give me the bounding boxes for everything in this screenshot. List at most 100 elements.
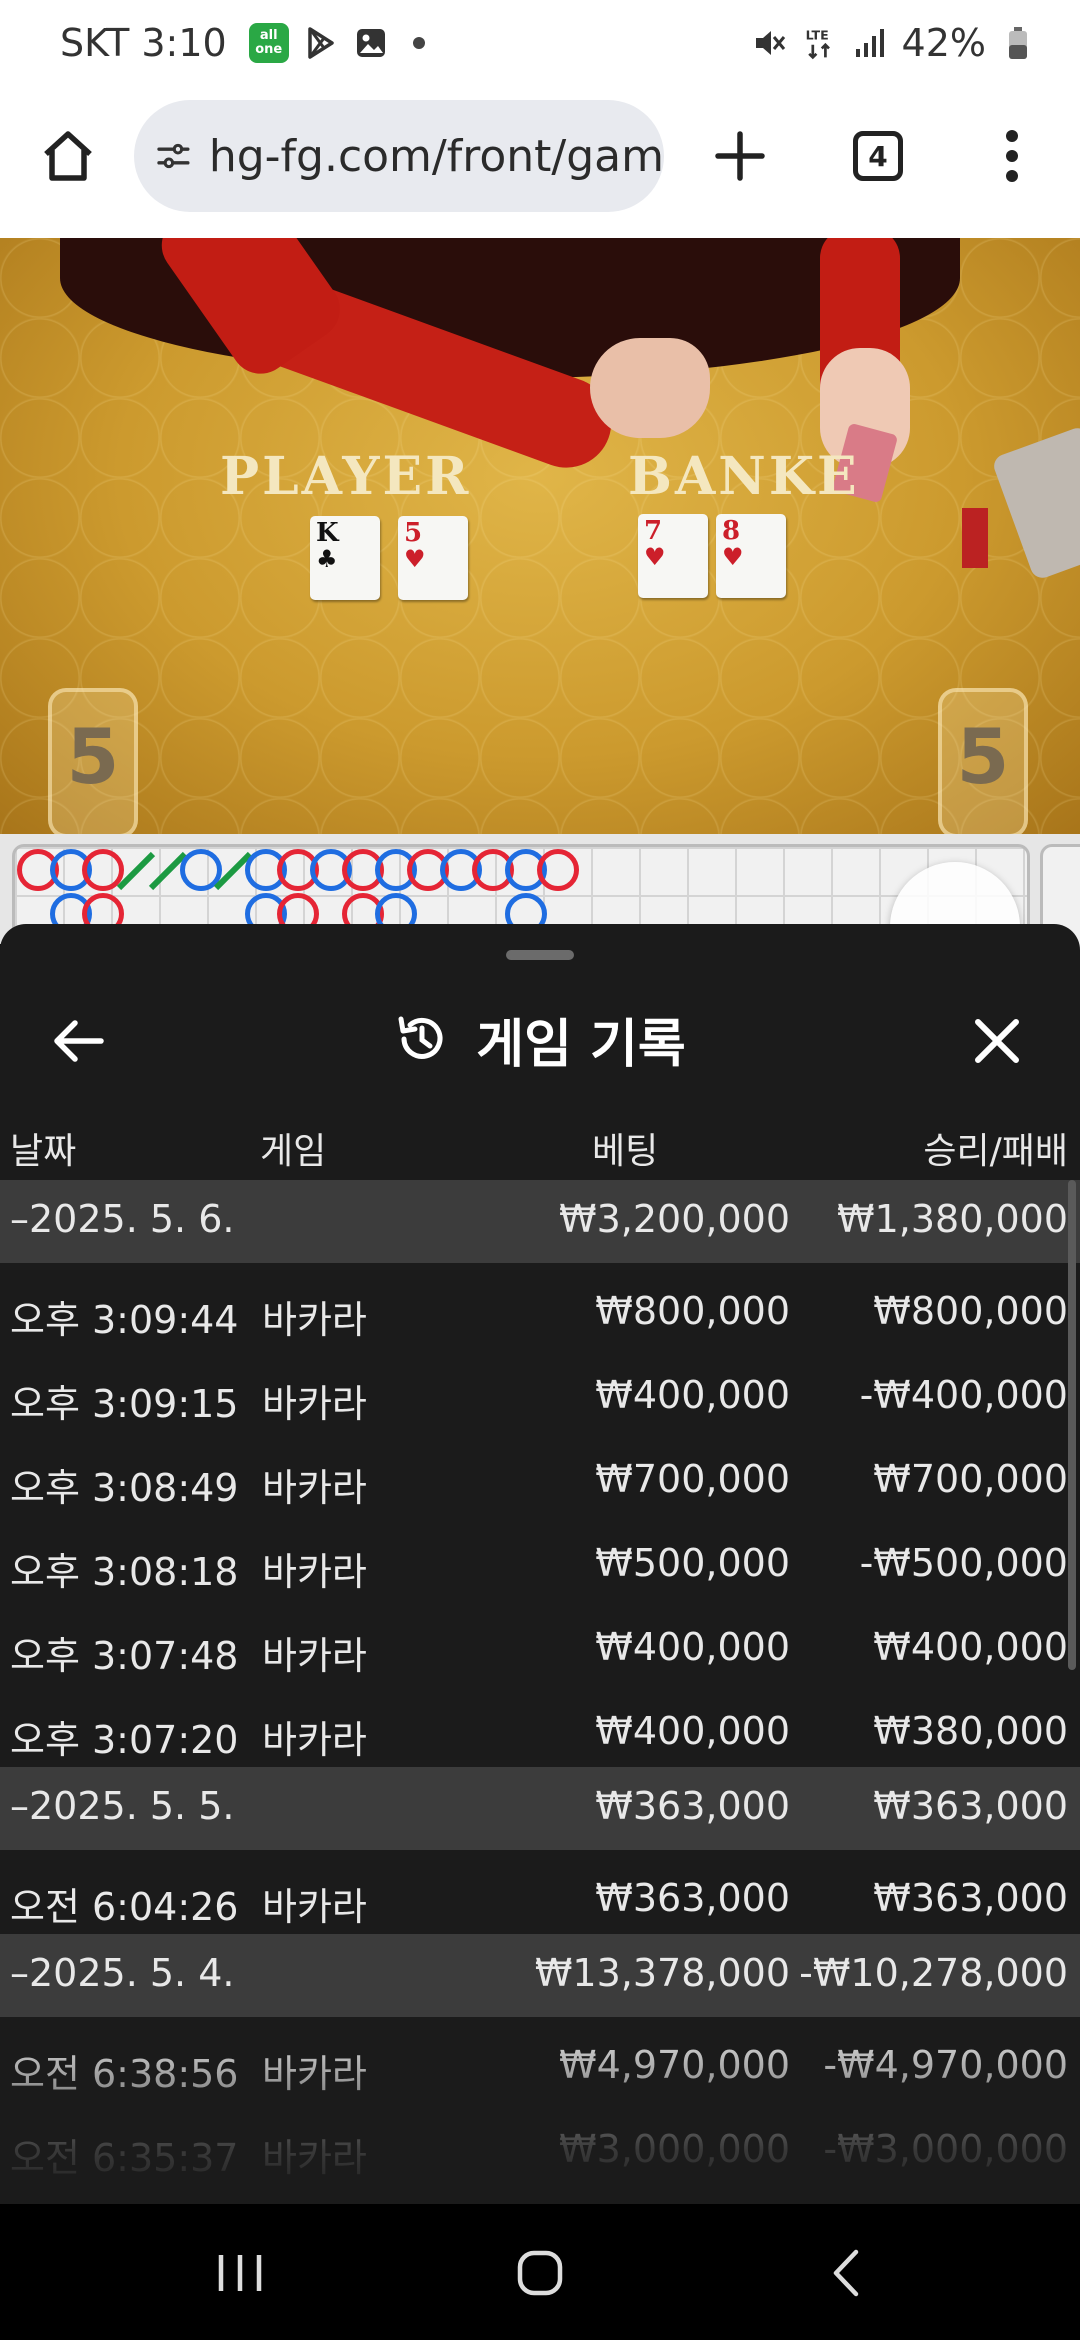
banker-card-2: 8 ♥ bbox=[716, 514, 786, 598]
card-suit: ♣ bbox=[316, 544, 338, 573]
row-bet: ₩363,000 bbox=[595, 1784, 790, 1828]
card-rank: 8 bbox=[722, 516, 741, 546]
home-nav-button[interactable] bbox=[500, 2238, 580, 2308]
card-suit: ♥ bbox=[404, 544, 426, 573]
banker-bead bbox=[537, 849, 579, 891]
date-group-row[interactable]: –2025. 5. 6. ₩3,200,000 ₩1,380,000 bbox=[0, 1180, 1080, 1263]
battery-icon bbox=[1000, 25, 1036, 61]
plus-icon bbox=[715, 131, 765, 181]
sheet-drag-handle[interactable] bbox=[506, 950, 574, 960]
row-win-loss: ₩380,000 bbox=[873, 1709, 1068, 1753]
row-win-loss: ₩700,000 bbox=[873, 1457, 1068, 1501]
card-suit: ♥ bbox=[644, 542, 666, 571]
table-row[interactable]: 오후 3:09:44 바카라 ₩800,000 ₩800,000 bbox=[0, 1263, 1080, 1347]
row-win-loss: ₩363,000 bbox=[873, 1784, 1068, 1828]
banker-zone-label: BANKE bbox=[628, 446, 860, 507]
row-game: 바카라 bbox=[262, 1466, 367, 1510]
history-icon bbox=[398, 1016, 443, 1059]
player-card-1: K ♣ bbox=[310, 516, 380, 600]
row-bet: ₩363,000 bbox=[595, 1876, 790, 1920]
mute-icon bbox=[752, 25, 788, 61]
table-row[interactable]: 오후 3:08:18 바카라 ₩500,000 -₩500,000 bbox=[0, 1515, 1080, 1599]
row-bet: ₩400,000 bbox=[595, 1709, 790, 1753]
back-nav-button[interactable] bbox=[806, 2238, 886, 2308]
tab-count: 4 bbox=[853, 131, 903, 181]
sheet-title: 게임 기록 bbox=[476, 1014, 686, 1075]
app-badge-line1: all bbox=[259, 28, 278, 43]
back-nav-icon bbox=[833, 2249, 859, 2297]
more-menu-button[interactable] bbox=[972, 116, 1052, 196]
address-bar[interactable]: hg-fg.com/front/gam bbox=[134, 100, 664, 212]
play-store-icon bbox=[303, 25, 339, 61]
tab-switcher-button[interactable]: 4 bbox=[838, 116, 918, 196]
back-button[interactable] bbox=[44, 1006, 114, 1076]
row-date: 오전 6:04:26 bbox=[10, 1885, 239, 1929]
row-win-loss: -₩400,000 bbox=[859, 1373, 1068, 1417]
row-game: 바카라 bbox=[262, 1718, 367, 1762]
row-win-loss: ₩1,380,000 bbox=[837, 1197, 1068, 1241]
date-group-row[interactable]: –2025. 5. 5. ₩363,000 ₩363,000 bbox=[0, 1767, 1080, 1850]
row-date: 오후 3:09:44 bbox=[10, 1298, 239, 1342]
live-video[interactable]: PLAYER BANKE K ♣ 5 ♥ 7 ♥ 8 ♥ 5 5 bbox=[0, 238, 1080, 834]
date-group-row[interactable]: –2025. 5. 4. ₩13,378,000 -₩10,278,000 bbox=[0, 1934, 1080, 2017]
lte-text: LTE bbox=[805, 27, 828, 42]
row-date: –2025. 5. 4. bbox=[10, 1951, 235, 1995]
game-history-sheet: 게임 기록 날짜 게임 베팅 승리/패배 –2025. 5. 6. ₩3,200,… bbox=[0, 924, 1080, 2204]
row-date: –2025. 5. 6. bbox=[10, 1197, 235, 1241]
table-row[interactable]: 오후 3:09:15 바카라 ₩400,000 -₩400,000 bbox=[0, 1347, 1080, 1431]
shoe-card bbox=[962, 508, 988, 568]
site-settings-icon[interactable] bbox=[156, 133, 191, 179]
gallery-icon bbox=[353, 25, 389, 61]
battery-percent: 42% bbox=[901, 21, 986, 65]
table-row[interactable]: 오전 6:04:26 바카라 ₩363,000 ₩363,000 bbox=[0, 1850, 1080, 1934]
table-row[interactable]: 오후 3:08:49 바카라 ₩700,000 ₩700,000 bbox=[0, 1431, 1080, 1515]
close-icon bbox=[975, 1019, 1019, 1063]
row-date: –2025. 5. 5. bbox=[10, 1784, 235, 1828]
table-row[interactable]: 오후 3:07:48 바카라 ₩400,000 ₩400,000 bbox=[0, 1599, 1080, 1683]
table-header: 날짜 게임 베팅 승리/패배 bbox=[0, 1104, 1080, 1184]
banker-card-1: 7 ♥ bbox=[638, 514, 708, 598]
new-tab-button[interactable] bbox=[700, 116, 780, 196]
navigation-bar bbox=[0, 2204, 1080, 2340]
row-win-loss: -₩500,000 bbox=[859, 1541, 1068, 1585]
row-date: 오후 3:08:49 bbox=[10, 1466, 239, 1510]
home-button[interactable] bbox=[28, 116, 108, 196]
card-rank: K bbox=[316, 518, 339, 548]
lte-icon: LTE bbox=[802, 25, 838, 61]
column-bet: 베팅 bbox=[592, 1131, 659, 1172]
row-bet: ₩13,378,000 bbox=[534, 1951, 790, 1995]
scrollbar[interactable] bbox=[1068, 1180, 1076, 1670]
kebab-menu-icon bbox=[1006, 130, 1018, 182]
status-time: SKT 3:10 bbox=[60, 21, 227, 65]
row-win-loss: ₩363,000 bbox=[873, 1876, 1068, 1920]
column-win-loss: 승리/패배 bbox=[923, 1131, 1068, 1172]
row-bet: ₩800,000 bbox=[595, 1289, 790, 1333]
recent-apps-button[interactable] bbox=[200, 2238, 280, 2308]
row-win-loss: -₩10,278,000 bbox=[799, 1951, 1068, 1995]
card-rank: 5 bbox=[404, 518, 423, 548]
banker-score: 5 bbox=[938, 688, 1028, 834]
row-date: 오후 3:07:48 bbox=[10, 1634, 239, 1678]
allone-app-icon: all one bbox=[248, 23, 289, 63]
card-rank: 7 bbox=[644, 516, 663, 546]
row-bet: ₩500,000 bbox=[595, 1541, 790, 1585]
row-game: 바카라 bbox=[262, 1298, 367, 1342]
player-score: 5 bbox=[48, 688, 138, 834]
row-win-loss: ₩800,000 bbox=[873, 1289, 1068, 1333]
player-card-2: 5 ♥ bbox=[398, 516, 468, 600]
row-win-loss: ₩400,000 bbox=[873, 1625, 1068, 1669]
signal-icon bbox=[852, 25, 888, 61]
arrow-left-icon bbox=[54, 1020, 104, 1062]
player-zone-label: PLAYER bbox=[220, 446, 472, 507]
url-text: hg-fg.com/front/gam bbox=[208, 130, 664, 182]
row-game: 바카라 bbox=[262, 1885, 367, 1929]
close-button[interactable] bbox=[962, 1006, 1032, 1076]
bottom-fade bbox=[0, 2024, 1080, 2204]
row-date: 오후 3:08:18 bbox=[10, 1550, 239, 1594]
row-bet: ₩3,200,000 bbox=[559, 1197, 790, 1241]
card-suit: ♥ bbox=[722, 542, 744, 571]
row-date: 오후 3:09:15 bbox=[10, 1382, 239, 1426]
app-badge-line2: one bbox=[255, 42, 283, 57]
table-row[interactable]: 오후 3:07:20 바카라 ₩400,000 ₩380,000 bbox=[0, 1683, 1080, 1767]
browser-toolbar: hg-fg.com/front/gam 4 bbox=[0, 86, 1080, 238]
